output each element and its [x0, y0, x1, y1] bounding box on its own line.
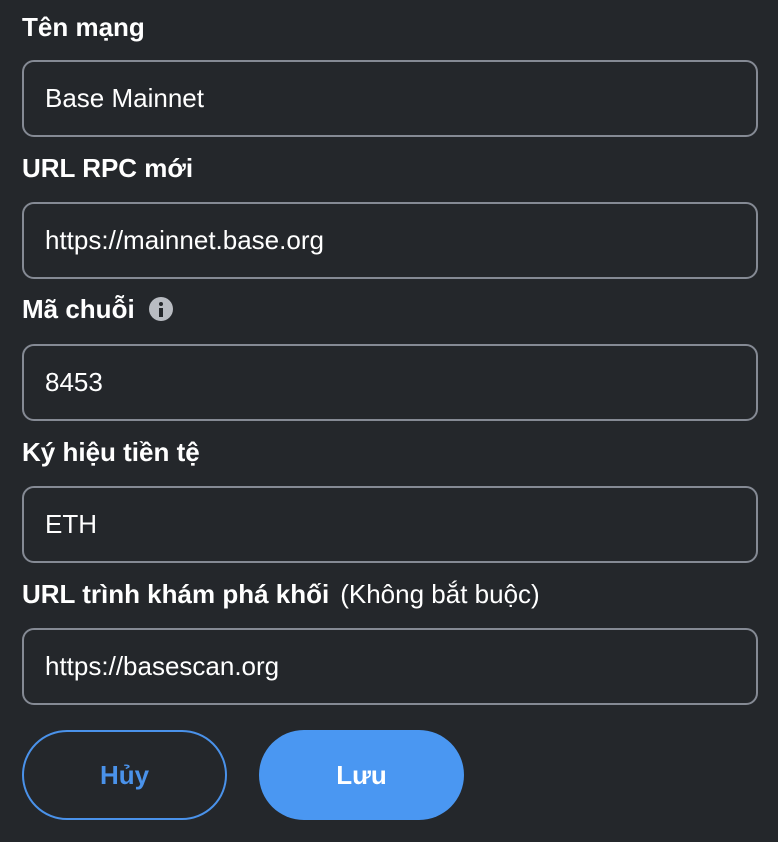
- rpc-url-label: URL RPC mới: [22, 151, 193, 185]
- currency-symbol-label: Ký hiệu tiền tệ: [22, 435, 200, 469]
- network-name-label: Tên mạng: [22, 10, 145, 44]
- rpc-url-input[interactable]: [22, 202, 758, 279]
- block-explorer-url-label: URL trình khám phá khối (Không bắt buộc): [22, 577, 540, 611]
- chain-id-input[interactable]: [22, 344, 758, 421]
- info-icon[interactable]: [148, 297, 173, 321]
- cancel-button-label: Hủy: [99, 759, 150, 790]
- network-name-input[interactable]: [22, 60, 758, 137]
- cancel-button[interactable]: Hủy: [22, 730, 227, 820]
- currency-symbol-input[interactable]: [22, 486, 758, 563]
- save-button[interactable]: Lưu: [259, 730, 464, 820]
- chain-id-label-text: Mã chuỗi: [22, 293, 135, 324]
- chain-id-label: Mã chuỗi: [22, 292, 173, 326]
- network-name-label-text: Tên mạng: [22, 11, 145, 42]
- block-explorer-url-label-text: URL trình khám phá khối: [22, 578, 330, 609]
- rpc-url-label-text: URL RPC mới: [22, 152, 194, 183]
- optional-note: (Không bắt buộc): [340, 578, 540, 609]
- block-explorer-url-input[interactable]: [22, 628, 758, 705]
- currency-symbol-label-text: Ký hiệu tiền tệ: [22, 436, 200, 467]
- save-button-label: Lưu: [336, 759, 387, 790]
